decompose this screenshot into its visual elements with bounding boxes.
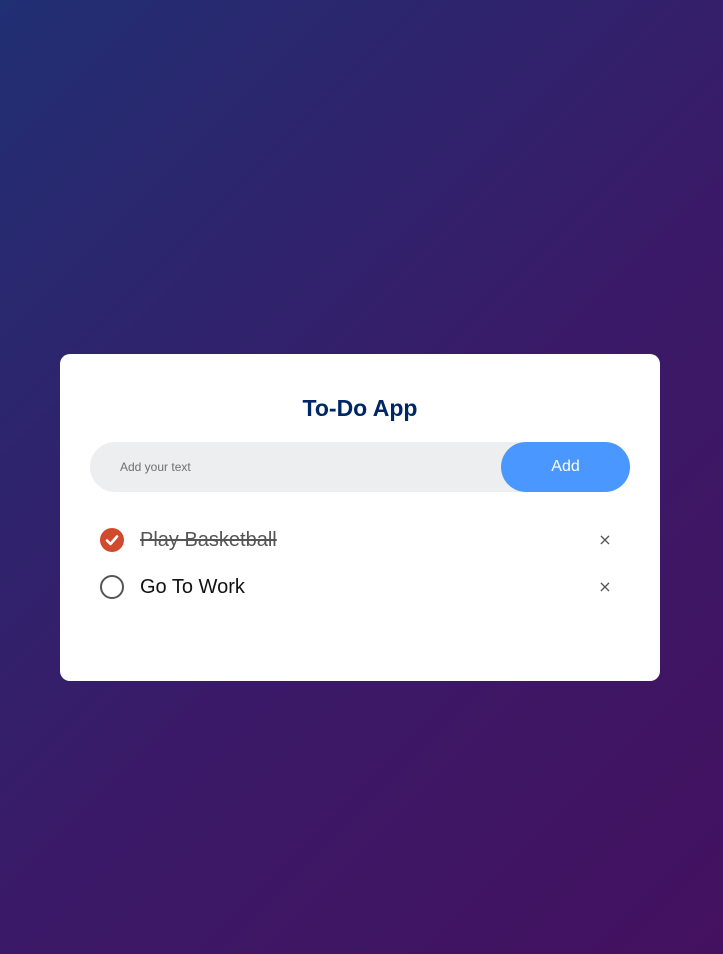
task-input[interactable] bbox=[90, 442, 500, 492]
add-button[interactable]: Add bbox=[501, 442, 630, 492]
unchecked-circle-icon[interactable] bbox=[100, 575, 124, 599]
input-row: Add bbox=[90, 442, 630, 492]
task-item[interactable]: Play Basketball × bbox=[100, 517, 620, 564]
task-item[interactable]: Go To Work × bbox=[100, 564, 620, 611]
checked-circle-icon[interactable] bbox=[100, 528, 124, 552]
task-label: Play Basketball bbox=[140, 529, 277, 551]
close-icon[interactable]: × bbox=[590, 572, 620, 602]
close-icon[interactable]: × bbox=[590, 525, 620, 555]
task-label: Go To Work bbox=[140, 576, 245, 598]
app-title: To-Do App bbox=[302, 395, 418, 421]
task-list: Play Basketball × Go To Work × bbox=[100, 517, 620, 611]
todo-card: To-Do App Add Play Basketball × Go To Wo… bbox=[60, 354, 660, 681]
